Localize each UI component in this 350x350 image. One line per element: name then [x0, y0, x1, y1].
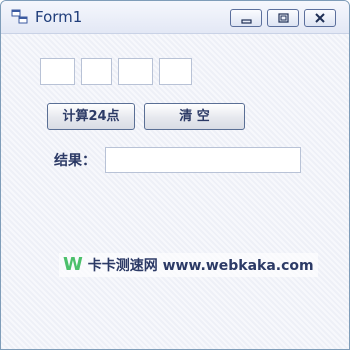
number-input-2[interactable] [81, 58, 112, 85]
form-app-icon [11, 9, 29, 25]
watermark-text: 卡卡测速网 www.webkaka.com [87, 258, 314, 274]
title-bar[interactable]: Form1 [1, 1, 349, 34]
form-window: Form1 计算24点 清 空 结果： W 卡卡测速网 www.webkaka.… [0, 0, 350, 350]
watermark-logo: W [63, 254, 83, 275]
watermark: W 卡卡测速网 www.webkaka.com [59, 253, 318, 277]
close-button[interactable] [304, 9, 336, 27]
minimize-button[interactable] [230, 9, 262, 27]
window-title: Form1 [35, 8, 83, 26]
number-input-4[interactable] [159, 58, 192, 85]
clear-button[interactable]: 清 空 [144, 103, 245, 130]
result-field[interactable] [105, 147, 301, 173]
maximize-icon [278, 13, 289, 23]
result-label: 结果： [54, 153, 96, 169]
number-input-1[interactable] [40, 58, 75, 85]
minimize-icon [241, 19, 252, 24]
close-icon [315, 13, 325, 23]
calculate-24-button[interactable]: 计算24点 [47, 103, 135, 130]
number-input-3[interactable] [118, 58, 153, 85]
maximize-button[interactable] [267, 9, 299, 27]
